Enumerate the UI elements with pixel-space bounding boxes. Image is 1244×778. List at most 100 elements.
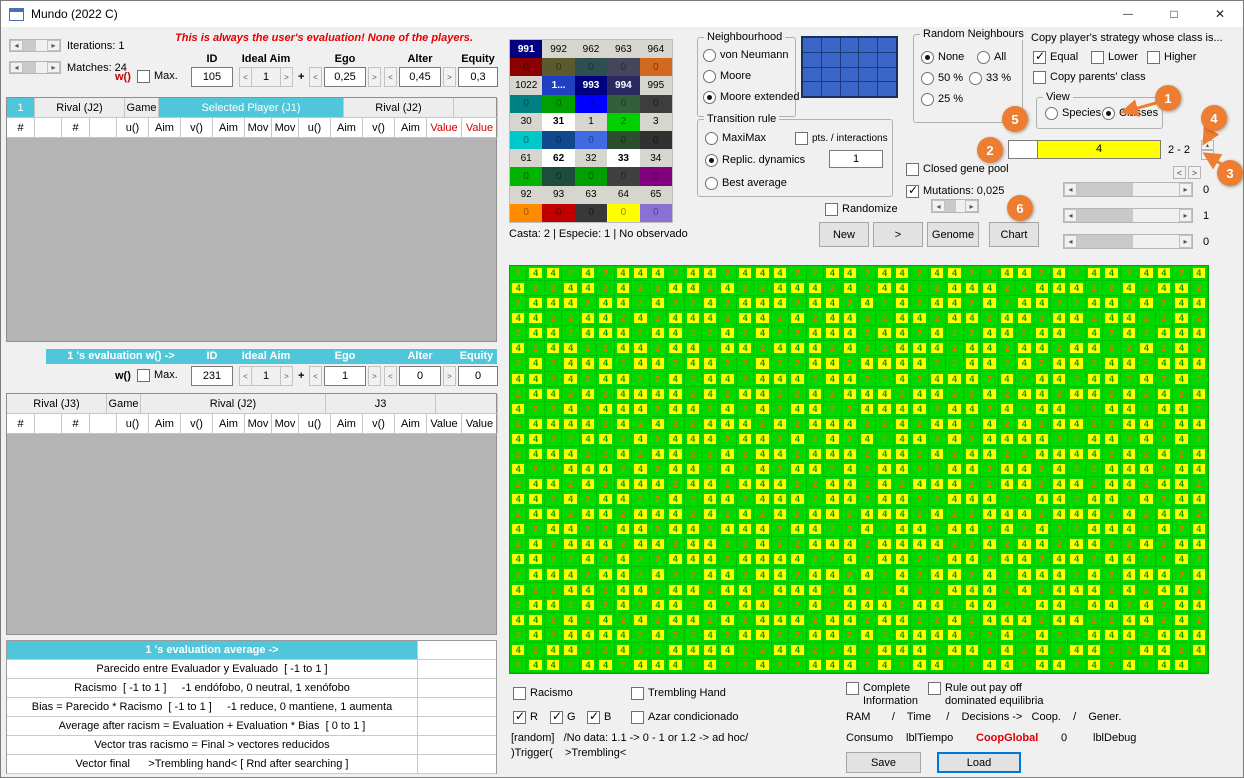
- world-cell[interactable]: 4: [929, 266, 946, 281]
- world-cell[interactable]: 2: [859, 658, 876, 673]
- ego-decrease-1[interactable]: <: [309, 67, 322, 87]
- world-cell[interactable]: 4: [667, 432, 684, 447]
- world-cell[interactable]: 4: [685, 462, 702, 477]
- world-cell[interactable]: 2: [1191, 658, 1208, 673]
- world-cell[interactable]: 4: [1086, 372, 1103, 387]
- world-cell[interactable]: 2: [1138, 387, 1155, 402]
- world-cell[interactable]: 4: [685, 613, 702, 628]
- world-cell[interactable]: 4: [737, 598, 754, 613]
- world-cell[interactable]: 4: [946, 613, 963, 628]
- maximize-icon[interactable]: □: [1151, 1, 1197, 27]
- world-cell[interactable]: 4: [754, 522, 771, 537]
- world-cell[interactable]: 4: [545, 507, 562, 522]
- world-cell[interactable]: 2: [580, 402, 597, 417]
- world-cell[interactable]: 2: [946, 387, 963, 402]
- mini-grid-cell[interactable]: 0: [607, 131, 639, 149]
- world-cell[interactable]: 4: [1121, 613, 1138, 628]
- world-cell[interactable]: 4: [911, 598, 928, 613]
- iterations-scrollbar-track[interactable]: [23, 40, 47, 51]
- world-cell[interactable]: 2: [859, 462, 876, 477]
- world-cell[interactable]: 4: [1051, 402, 1068, 417]
- param-scrollbar-2-right-icon[interactable]: ▸: [1179, 209, 1192, 222]
- world-cell[interactable]: 2: [632, 643, 649, 658]
- mutations-spinner-track[interactable]: [945, 200, 965, 212]
- world-cell[interactable]: 2: [911, 447, 928, 462]
- world-cell[interactable]: 4: [1138, 266, 1155, 281]
- world-cell[interactable]: 2: [1138, 583, 1155, 598]
- world-cell[interactable]: 2: [615, 311, 632, 326]
- world-cell[interactable]: 4: [527, 552, 544, 567]
- world-cell[interactable]: 4: [929, 598, 946, 613]
- world-cell[interactable]: 4: [702, 658, 719, 673]
- world-cell[interactable]: 2: [545, 402, 562, 417]
- world-cell[interactable]: 4: [859, 356, 876, 371]
- world-cell[interactable]: 4: [1103, 432, 1120, 447]
- world-cell[interactable]: 2: [964, 537, 981, 552]
- world-cell[interactable]: 2: [911, 567, 928, 582]
- world-cell[interactable]: 4: [876, 552, 893, 567]
- world-cell[interactable]: 4: [719, 462, 736, 477]
- world-cell[interactable]: 2: [754, 417, 771, 432]
- world-cell[interactable]: 2: [964, 567, 981, 582]
- world-cell[interactable]: 4: [772, 567, 789, 582]
- world-cell[interactable]: 4: [824, 296, 841, 311]
- world-cell[interactable]: 4: [754, 387, 771, 402]
- world-cell[interactable]: 4: [1068, 507, 1085, 522]
- world-cell[interactable]: 4: [964, 598, 981, 613]
- world-cell[interactable]: 2: [999, 583, 1016, 598]
- world-cell[interactable]: 4: [1086, 522, 1103, 537]
- world-cell[interactable]: 4: [1173, 583, 1190, 598]
- world-cell[interactable]: 4: [685, 552, 702, 567]
- world-cell[interactable]: 4: [789, 552, 806, 567]
- world-cell[interactable]: 4: [737, 477, 754, 492]
- world-cell[interactable]: 2: [510, 417, 527, 432]
- world-cell[interactable]: 2: [789, 477, 806, 492]
- world-cell[interactable]: 2: [1086, 552, 1103, 567]
- world-cell[interactable]: 4: [1173, 372, 1190, 387]
- world-cell[interactable]: 2: [859, 326, 876, 341]
- world-cell[interactable]: 4: [545, 598, 562, 613]
- world-cell[interactable]: 4: [981, 613, 998, 628]
- world-cell[interactable]: 4: [1121, 326, 1138, 341]
- world-cell[interactable]: 4: [981, 296, 998, 311]
- world-cell[interactable]: 4: [580, 507, 597, 522]
- world-cell[interactable]: 4: [946, 402, 963, 417]
- world-cell[interactable]: 4: [702, 507, 719, 522]
- matches-scrollbar-right-icon[interactable]: ▸: [47, 62, 60, 73]
- world-cell[interactable]: 4: [1173, 311, 1190, 326]
- world-cell[interactable]: 4: [1173, 296, 1190, 311]
- world-cell[interactable]: 4: [650, 387, 667, 402]
- world-cell[interactable]: 4: [562, 296, 579, 311]
- world-cell[interactable]: 2: [789, 296, 806, 311]
- equity-field-2[interactable]: 0: [458, 366, 498, 386]
- mini-grid-cell[interactable]: 995: [640, 76, 672, 94]
- world-cell[interactable]: 4: [597, 492, 614, 507]
- world-cell[interactable]: 2: [562, 658, 579, 673]
- world-cell[interactable]: 2: [789, 387, 806, 402]
- world-cell[interactable]: 4: [702, 417, 719, 432]
- world-cell[interactable]: 4: [1138, 432, 1155, 447]
- world-cell[interactable]: 4: [1016, 613, 1033, 628]
- world-cell[interactable]: 4: [1034, 281, 1051, 296]
- world-cell[interactable]: 2: [685, 507, 702, 522]
- world-cell[interactable]: 4: [702, 628, 719, 643]
- world-cell[interactable]: 2: [772, 326, 789, 341]
- trembling-hand-checkbox[interactable]: Trembling Hand: [631, 687, 726, 700]
- world-cell[interactable]: 4: [842, 372, 859, 387]
- world-cell[interactable]: 4: [632, 341, 649, 356]
- param-scrollbar-3-thumb[interactable]: [1077, 235, 1133, 248]
- world-cell[interactable]: 4: [807, 567, 824, 582]
- world-cell[interactable]: 4: [824, 432, 841, 447]
- world-cell[interactable]: 4: [894, 522, 911, 537]
- world-cell[interactable]: 4: [772, 507, 789, 522]
- world-cell[interactable]: 2: [911, 492, 928, 507]
- world-cell[interactable]: 4: [1138, 613, 1155, 628]
- world-cell[interactable]: 4: [842, 583, 859, 598]
- world-cell[interactable]: 2: [1086, 417, 1103, 432]
- world-cell[interactable]: 4: [1156, 326, 1173, 341]
- spin-left-icon[interactable]: <: [239, 67, 252, 87]
- world-cell[interactable]: 2: [964, 417, 981, 432]
- world-cell[interactable]: 2: [876, 341, 893, 356]
- world-cell[interactable]: 4: [1016, 341, 1033, 356]
- world-cell[interactable]: 4: [667, 402, 684, 417]
